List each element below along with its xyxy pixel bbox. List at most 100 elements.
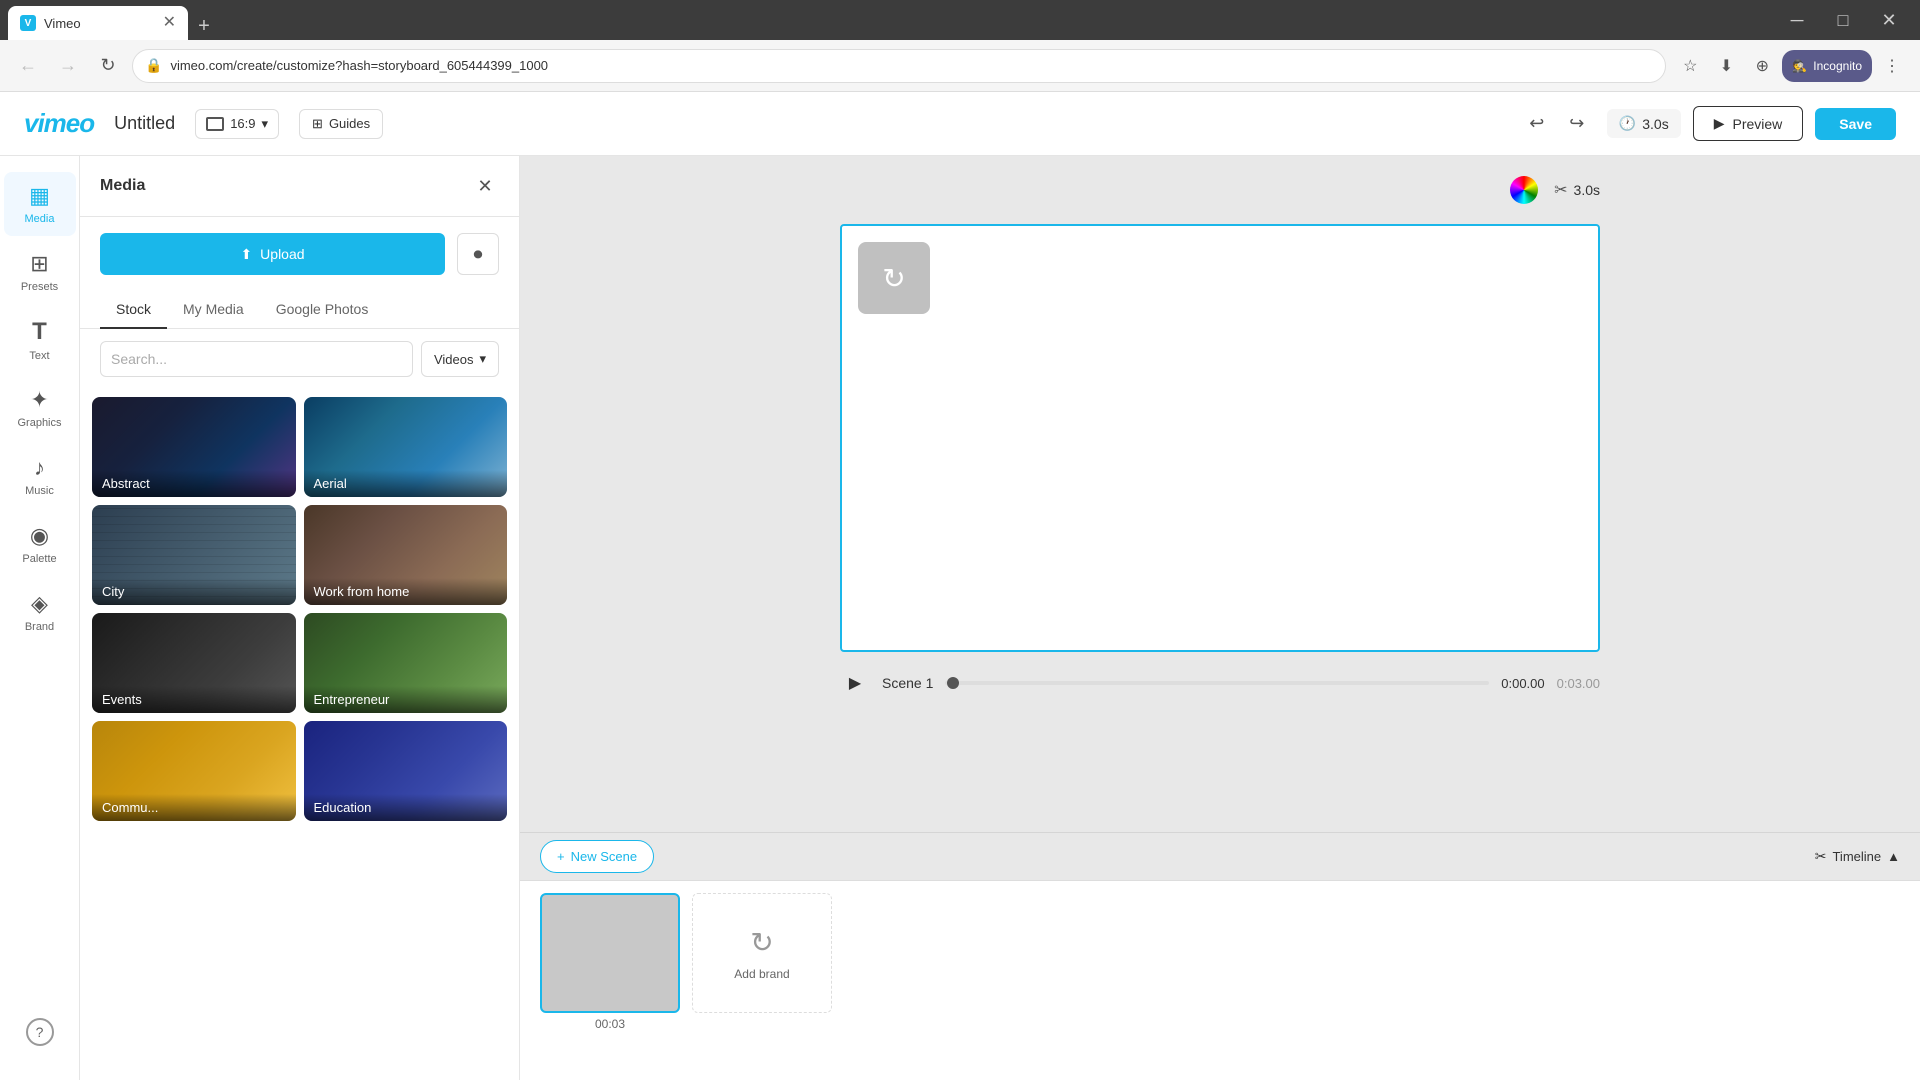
canvas-area: ✂ 3.0s ↻ [520,156,1920,832]
sidebar-brand-label: Brand [25,621,54,633]
canvas-media-placeholder: ↻ [858,242,930,314]
minimize-button[interactable]: ─ [1774,0,1820,40]
aspect-ratio-label: 16:9 [230,116,255,131]
duration-value: 3.0s [1642,116,1668,132]
media-card-aerial[interactable]: Aerial [304,397,508,497]
project-title[interactable]: Untitled [114,113,175,134]
maximize-button[interactable]: □ [1820,0,1866,40]
bookmark-icon[interactable]: ☆ [1674,50,1706,82]
sidebar-item-media[interactable]: ▦ Media [4,172,76,236]
sidebar-item-palette[interactable]: ◉ Palette [4,512,76,576]
address-bar[interactable]: 🔒 vimeo.com/create/customize?hash=storyb… [132,49,1666,83]
new-scene-button[interactable]: + New Scene [540,840,654,873]
record-button[interactable]: ⏺ [457,233,499,275]
presets-icon: ⊞ [30,251,48,277]
music-icon: ♪ [34,455,45,481]
media-card-city[interactable]: City [92,505,296,605]
panel-close-button[interactable]: ✕ [471,172,499,200]
tab-stock[interactable]: Stock [100,291,167,329]
sidebar-item-help[interactable]: ? [4,1000,76,1064]
forward-button[interactable]: → [52,50,84,82]
new-scene-plus-icon: + [557,849,565,864]
guides-button[interactable]: ⊞ Guides [299,109,383,139]
sidebar-graphics-label: Graphics [17,417,61,429]
sidebar-item-brand[interactable]: ◈ Brand [4,580,76,644]
extension-icon[interactable]: ⊕ [1746,50,1778,82]
tab-my-media[interactable]: My Media [167,291,260,329]
scene-thumbnail-1[interactable]: 00:03 [540,893,680,1031]
time-total: 0:03.00 [1557,676,1600,691]
media-card-abstract[interactable]: Abstract [92,397,296,497]
media-card-community[interactable]: Commu... [92,721,296,821]
media-card-entrepreneur-label: Entrepreneur [304,686,508,713]
close-button[interactable]: ✕ [1866,0,1912,40]
media-card-entrepreneur[interactable]: Entrepreneur [304,613,508,713]
back-button[interactable]: ← [12,50,44,82]
sidebar-music-label: Music [25,485,54,497]
new-tab-button[interactable]: + [190,12,218,40]
incognito-label: Incognito [1813,59,1862,73]
refresh-button[interactable]: ↻ [92,50,124,82]
aspect-icon [206,117,224,131]
undo-button[interactable]: ↩ [1519,106,1555,142]
menu-button[interactable]: ⋮ [1876,50,1908,82]
browser-tab[interactable]: V Vimeo ✕ [8,6,188,40]
filter-chevron-icon: ▾ [479,351,486,367]
palette-icon: ◉ [30,523,49,549]
vimeo-logo: vimeo [24,108,94,139]
media-grid: Abstract Aerial City Work from home Even… [80,389,519,1080]
incognito-badge: 🕵 Incognito [1782,50,1872,82]
scene-thumb-image[interactable] [540,893,680,1013]
placeholder-icon: ↻ [882,262,905,295]
brand-icon: ◈ [31,591,48,617]
help-icon: ? [26,1018,54,1046]
aspect-chevron-icon: ▾ [262,116,269,132]
scissors-icon: ✂ [1554,180,1567,200]
sidebar-item-music[interactable]: ♪ Music [4,444,76,508]
aspect-ratio-button[interactable]: 16:9 ▾ [195,109,279,139]
timeline-chevron-icon: ▲ [1887,849,1900,864]
sidebar-item-text[interactable]: T Text [4,308,76,372]
color-wheel-icon[interactable] [1510,176,1538,204]
graphics-icon: ✦ [30,387,48,413]
play-button[interactable]: ▶ [840,668,870,698]
sidebar-item-presets[interactable]: ⊞ Presets [4,240,76,304]
upload-row: ⬆ Upload ⏺ [80,217,519,291]
upload-label: Upload [260,246,304,262]
canvas-frame[interactable]: ↻ [840,224,1600,652]
cut-button[interactable]: ✂ 3.0s [1554,180,1600,200]
lock-icon: 🔒 [145,57,162,74]
media-card-education-label: Education [304,794,508,821]
canvas-wrapper: ✂ 3.0s ↻ [840,176,1600,698]
preview-button[interactable]: ▶ Preview [1693,106,1804,141]
add-brand-card[interactable]: ↻ Add brand [692,893,832,1013]
timeline-track[interactable] [945,681,1489,685]
media-card-wfh-label: Work from home [304,578,508,605]
bottom-toolbar: + New Scene ✂ Timeline ▲ [520,832,1920,880]
tab-close-button[interactable]: ✕ [163,15,176,31]
search-row: Videos ▾ [80,329,519,389]
guides-label: Guides [329,116,370,131]
guides-icon: ⊞ [312,116,323,132]
search-input[interactable] [100,341,413,377]
save-button[interactable]: Save [1815,108,1896,140]
upload-button[interactable]: ⬆ Upload [100,233,445,275]
timeline-toggle-button[interactable]: ✂ Timeline ▲ [1815,848,1900,865]
sidebar-media-label: Media [25,213,55,225]
media-card-events[interactable]: Events [92,613,296,713]
sidebar-item-graphics[interactable]: ✦ Graphics [4,376,76,440]
download-icon[interactable]: ⬇ [1710,50,1742,82]
upload-icon: ⬆ [240,246,252,263]
filter-label: Videos [434,352,474,367]
media-card-city-label: City [92,578,296,605]
panel-header: Media ✕ [80,156,519,217]
filter-button[interactable]: Videos ▾ [421,341,499,377]
media-card-education[interactable]: Education [304,721,508,821]
tab-title: Vimeo [44,16,81,31]
scene-controls: ▶ Scene 1 0:00.00 0:03.00 [840,668,1600,698]
tab-google-photos[interactable]: Google Photos [260,291,385,329]
cut-time-label: 3.0s [1574,182,1600,198]
redo-button[interactable]: ↪ [1559,106,1595,142]
timeline-area: 00:03 ↻ Add brand [520,880,1920,1080]
media-card-wfh[interactable]: Work from home [304,505,508,605]
